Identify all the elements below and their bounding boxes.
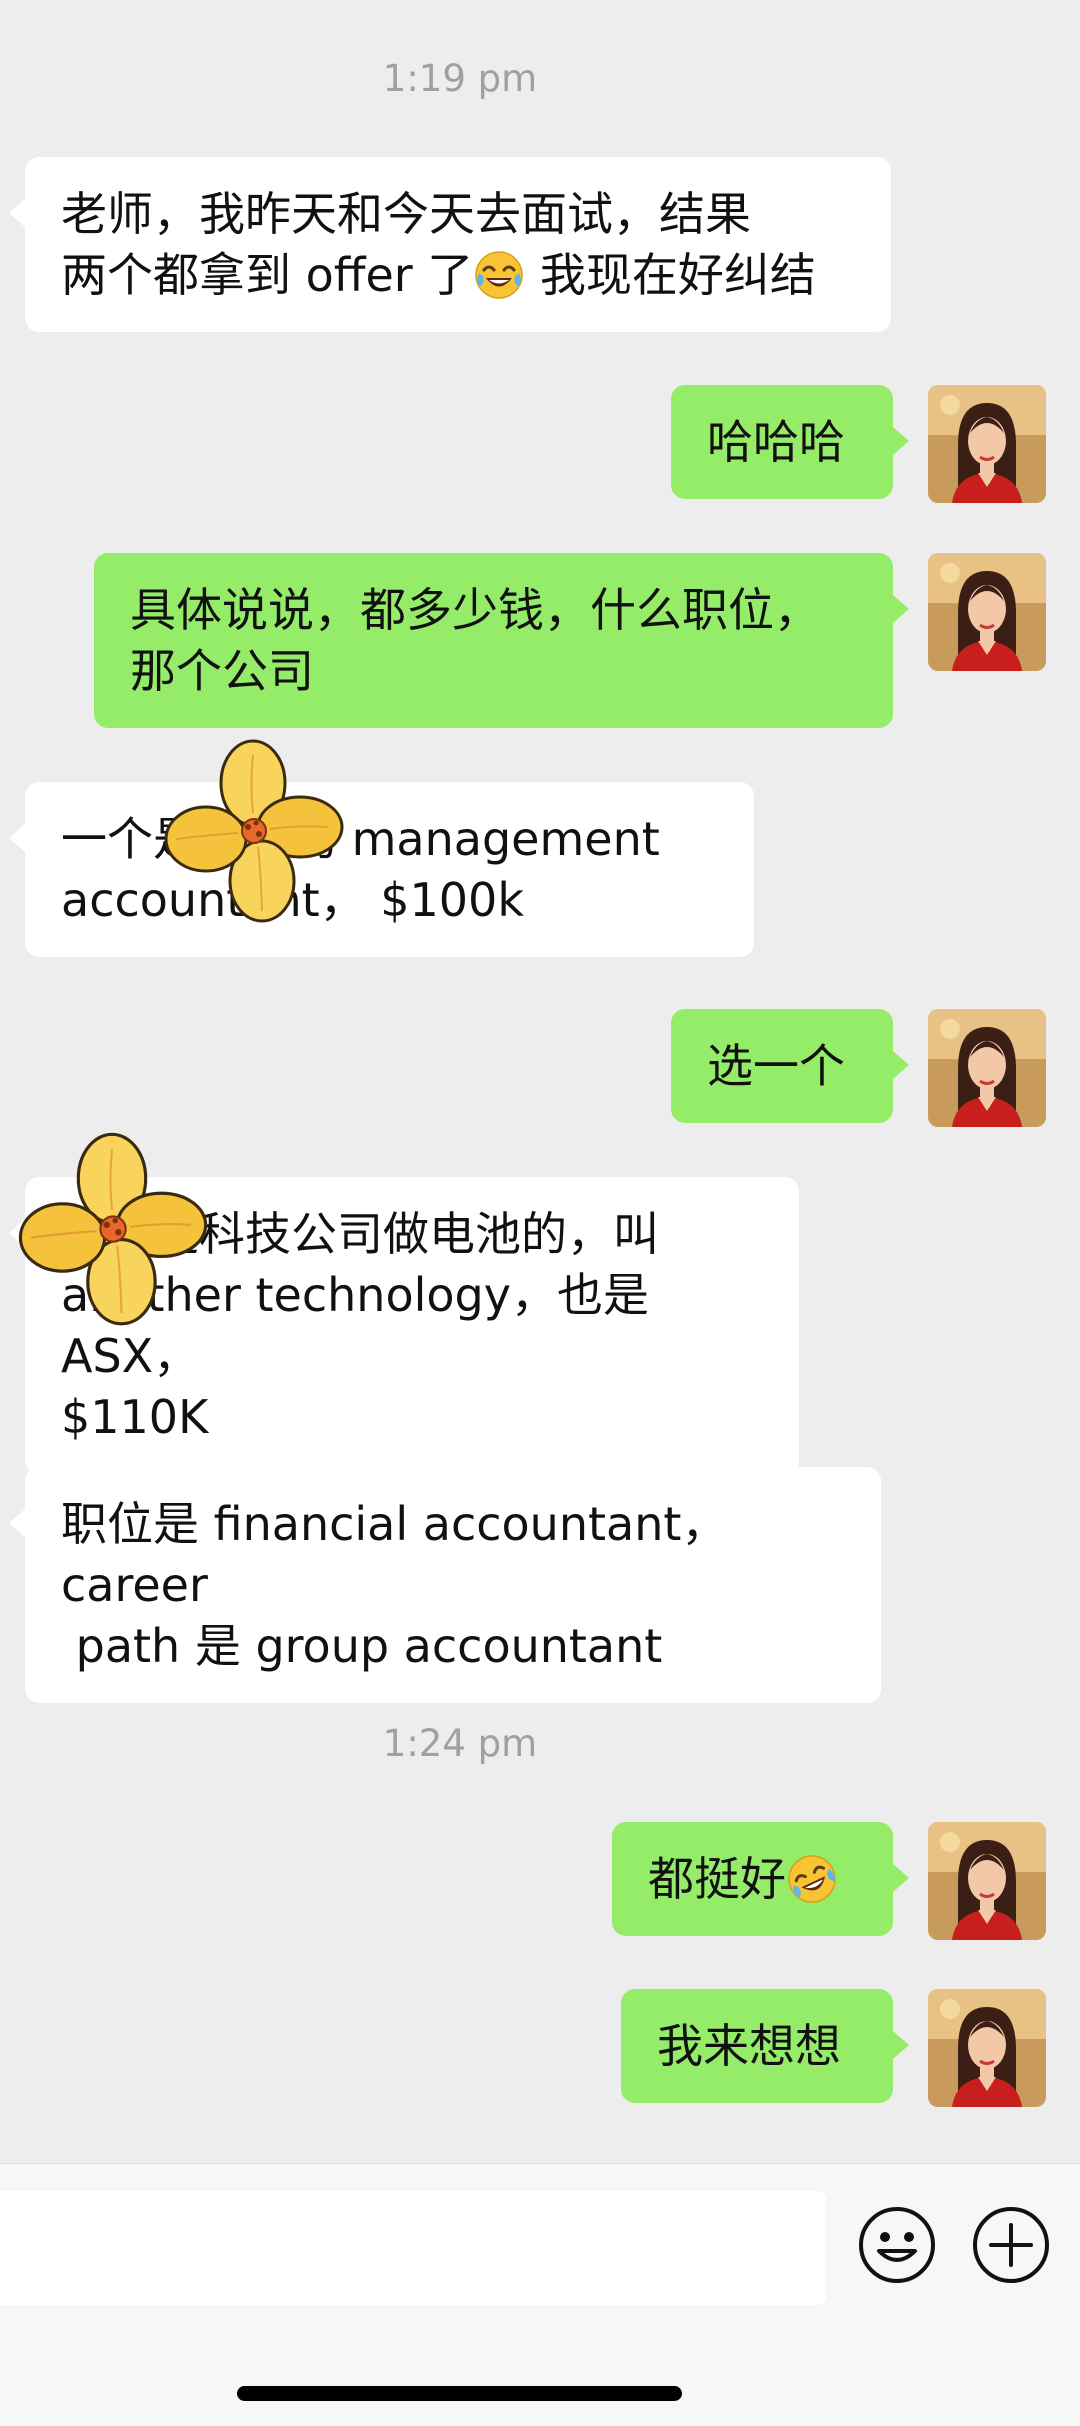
- timestamp: 1:24 pm: [382, 1722, 538, 1765]
- smiley-face-icon: [859, 2207, 935, 2283]
- avatar[interactable]: [928, 1009, 1046, 1127]
- message-text: 哈哈哈: [707, 415, 845, 469]
- flower-sticker: [12, 1128, 212, 1328]
- message-text: 我来想想: [657, 2019, 841, 2073]
- avatar[interactable]: [928, 553, 1046, 671]
- flower-sticker: [158, 735, 348, 925]
- message-bubble-received[interactable]: 一个是上市的 management accountant， $100k: [9, 782, 754, 957]
- message-input[interactable]: [0, 2191, 826, 2305]
- avatar[interactable]: [928, 1989, 1046, 2107]
- message-text: 我现在好纠结: [525, 248, 816, 302]
- rolling-laughing-emoji: [786, 1853, 838, 1905]
- message-bubble-sent[interactable]: 都挺好: [612, 1822, 909, 1936]
- emoji-button[interactable]: [857, 2205, 937, 2285]
- message-text: 职位是 financial accountant，career path 是 g…: [61, 1497, 728, 1673]
- message-text: 选一个: [707, 1039, 845, 1093]
- avatar[interactable]: [928, 385, 1046, 503]
- message-bubble-sent[interactable]: 具体说说，都多少钱，什么职位， 那个公司: [94, 553, 909, 728]
- message-text: 具体说说，都多少钱，什么职位， 那个公司: [130, 583, 820, 698]
- plus-circle-icon: [973, 2207, 1049, 2283]
- message-text: 都挺好: [648, 1852, 786, 1906]
- home-indicator: [237, 2386, 682, 2401]
- chat-input-bar: [0, 2163, 1080, 2426]
- message-bubble-received[interactable]: 老师，我昨天和今天去面试，结果 两个都拿到 offer 了 我现在好纠结: [9, 157, 891, 332]
- message-bubble-received[interactable]: 职位是 financial accountant，career path 是 g…: [9, 1467, 881, 1703]
- timestamp: 1:19 pm: [382, 57, 538, 100]
- message-bubble-sent[interactable]: 我来想想: [621, 1989, 909, 2103]
- message-bubble-sent[interactable]: 哈哈哈: [671, 385, 909, 499]
- more-button[interactable]: [971, 2205, 1051, 2285]
- message-bubble-sent[interactable]: 选一个: [671, 1009, 909, 1123]
- avatar[interactable]: [928, 1822, 1046, 1940]
- tears-of-joy-emoji: [473, 249, 525, 301]
- message-text: 一个是上市的 management accountant， $100k: [61, 812, 660, 927]
